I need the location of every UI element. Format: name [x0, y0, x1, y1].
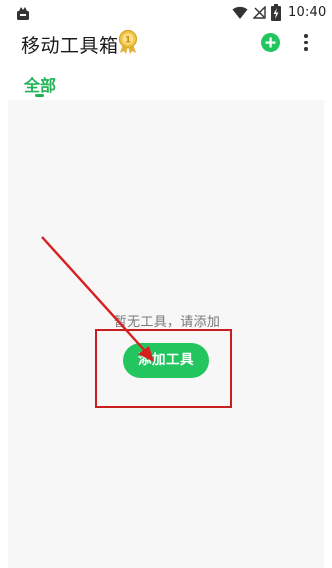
annotation-highlight-box	[95, 329, 232, 408]
more-vert-icon[interactable]	[303, 34, 309, 52]
plus-icon	[265, 37, 276, 48]
add-icon-button[interactable]	[261, 33, 280, 52]
tab-active-indicator	[35, 94, 44, 97]
svg-text:1: 1	[125, 36, 131, 46]
medal-icon[interactable]: 1	[117, 29, 139, 55]
app-notification-icon	[17, 7, 29, 20]
status-time: 10:40	[288, 5, 327, 20]
wifi-icon	[232, 6, 248, 19]
battery-charging-icon	[271, 4, 281, 21]
signal-off-icon	[253, 6, 266, 19]
tab-all[interactable]: 全部	[24, 72, 56, 96]
app-header: 移动工具箱 1	[0, 26, 332, 64]
empty-state-message: 暂无工具，请添加	[113, 315, 221, 330]
page-title: 移动工具箱	[21, 35, 119, 57]
status-bar: 10:40	[0, 0, 332, 26]
